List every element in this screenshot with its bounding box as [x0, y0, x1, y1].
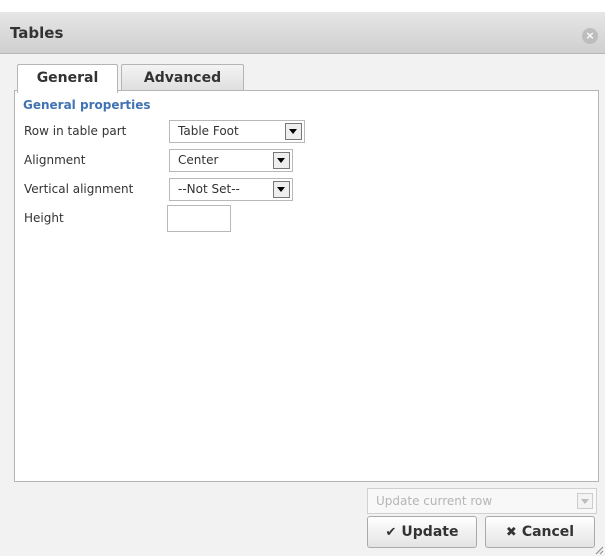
vertical-alignment-label: Vertical alignment: [24, 182, 134, 196]
dialog-title: Tables: [10, 24, 64, 42]
check-icon: ✔: [385, 525, 397, 540]
section-label: General properties: [23, 98, 151, 112]
tab-general-label: General: [36, 70, 99, 86]
row-in-table-part-select[interactable]: Table Foot: [169, 120, 305, 143]
alignment-label: Alignment: [24, 153, 86, 167]
height-label: Height: [24, 211, 64, 225]
alignment-value: Center: [178, 153, 219, 167]
update-button-label: Update: [401, 524, 459, 540]
close-icon[interactable]: ×: [582, 28, 598, 44]
row-in-table-part-label: Row in table part: [24, 124, 127, 138]
chevron-down-icon: [285, 123, 302, 140]
tab-advanced-label: Advanced: [143, 70, 222, 86]
resize-handle-icon[interactable]: [594, 545, 604, 555]
row-in-table-part-value: Table Foot: [178, 124, 239, 138]
chevron-down-icon: [577, 493, 593, 509]
tables-dialog: Tables × General Advanced General proper…: [0, 0, 605, 556]
vertical-alignment-value: --Not Set--: [178, 182, 240, 196]
tab-advanced[interactable]: Advanced: [121, 64, 244, 91]
alignment-select[interactable]: Center: [169, 149, 293, 172]
height-input[interactable]: [167, 205, 231, 232]
general-panel: General properties Row in table part Tab…: [14, 90, 599, 482]
cancel-button-label: Cancel: [521, 524, 575, 540]
update-scope-select[interactable]: Update current row: [367, 488, 597, 514]
dialog-titlebar[interactable]: Tables ×: [0, 0, 605, 54]
x-icon: ✖: [505, 525, 517, 540]
cancel-button[interactable]: ✖ Cancel: [485, 516, 595, 548]
titlebar-top-strip: [0, 0, 605, 12]
update-scope-value: Update current row: [376, 494, 493, 508]
vertical-alignment-select[interactable]: --Not Set--: [169, 178, 293, 201]
tab-general[interactable]: General: [17, 64, 118, 93]
chevron-down-icon: [273, 152, 290, 169]
chevron-down-icon: [273, 181, 290, 198]
update-button[interactable]: ✔ Update: [367, 516, 477, 548]
